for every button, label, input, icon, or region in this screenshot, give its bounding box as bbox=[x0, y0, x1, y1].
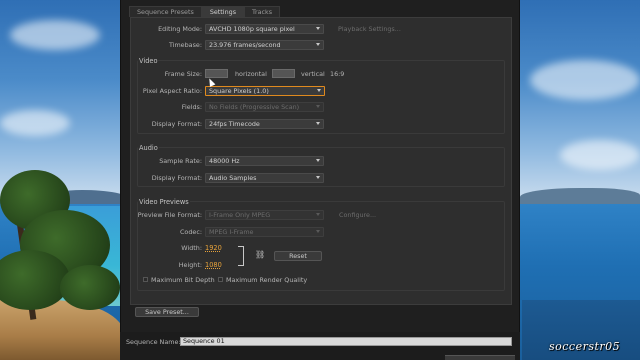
codec-value: MPEG I-Frame bbox=[209, 228, 254, 236]
sequence-name-input[interactable]: Sequence 01 bbox=[180, 337, 512, 346]
audio-display-format-label: Display Format: bbox=[151, 174, 202, 182]
chevron-down-icon bbox=[316, 213, 320, 216]
timebase-value: 23.976 frames/second bbox=[209, 41, 281, 49]
pixel-aspect-dropdown[interactable]: Square Pixels (1.0) bbox=[205, 86, 325, 96]
frame-height-field[interactable] bbox=[272, 69, 295, 78]
codec-dropdown[interactable]: MPEG I-Frame bbox=[205, 227, 324, 237]
preview-file-format-label: Preview File Format: bbox=[137, 211, 202, 219]
reset-button[interactable]: Reset bbox=[274, 251, 322, 261]
preview-file-format-value: I-Frame Only MPEG bbox=[209, 211, 271, 219]
pixel-aspect-label: Pixel Aspect Ratio: bbox=[142, 87, 202, 95]
chain-link-icon[interactable]: ⛓ bbox=[255, 250, 265, 259]
chevron-down-icon bbox=[316, 176, 320, 179]
fields-value: No Fields (Progressive Scan) bbox=[209, 103, 300, 111]
chevron-down-icon bbox=[316, 230, 320, 233]
sample-rate-value: 48000 Hz bbox=[209, 157, 240, 165]
chevron-down-icon bbox=[316, 122, 320, 125]
sample-rate-dropdown[interactable]: 48000 Hz bbox=[205, 156, 324, 166]
max-bit-depth-label: Maximum Bit Depth bbox=[151, 276, 215, 284]
chevron-down-icon bbox=[316, 159, 320, 162]
timebase-dropdown[interactable]: 23.976 frames/second bbox=[205, 40, 324, 50]
configure-button[interactable]: Configure... bbox=[339, 211, 376, 219]
chevron-down-icon bbox=[316, 105, 320, 108]
pixel-aspect-value: Square Pixels (1.0) bbox=[209, 87, 269, 95]
aspect-ratio-readout: 16:9 bbox=[330, 70, 345, 78]
timebase-label: Timebase: bbox=[168, 41, 202, 49]
video-previews-section-title: Video Previews bbox=[138, 198, 190, 206]
sample-rate-label: Sample Rate: bbox=[159, 157, 202, 165]
cloud bbox=[560, 140, 640, 170]
editing-mode-dropdown[interactable]: AVCHD 1080p square pixel bbox=[205, 24, 324, 34]
height-value[interactable]: 1080 bbox=[205, 261, 222, 269]
tab-tracks[interactable]: Tracks bbox=[244, 6, 281, 17]
cloud bbox=[530, 60, 640, 100]
editing-mode-label: Editing Mode: bbox=[158, 25, 202, 33]
cloud bbox=[0, 110, 70, 136]
width-value[interactable]: 1920 bbox=[205, 244, 222, 252]
max-render-quality-checkbox[interactable] bbox=[218, 277, 223, 282]
chevron-down-icon bbox=[316, 27, 320, 30]
max-bit-depth-checkbox[interactable] bbox=[143, 277, 148, 282]
fields-dropdown[interactable]: No Fields (Progressive Scan) bbox=[205, 102, 324, 112]
audio-display-format-value: Audio Samples bbox=[209, 174, 257, 182]
video-display-format-label: Display Format: bbox=[151, 120, 202, 128]
tree-foliage bbox=[60, 265, 120, 310]
fields-label: Fields: bbox=[181, 103, 202, 111]
frame-size-label: Frame Size: bbox=[164, 70, 202, 78]
ok-button[interactable] bbox=[445, 355, 515, 360]
audio-display-format-dropdown[interactable]: Audio Samples bbox=[205, 173, 324, 183]
tab-settings[interactable]: Settings bbox=[201, 6, 245, 17]
sequence-name-label: Sequence Name: bbox=[126, 338, 181, 346]
editing-mode-value: AVCHD 1080p square pixel bbox=[209, 25, 295, 33]
cloud bbox=[10, 20, 100, 50]
video-display-format-value: 24fps Timecode bbox=[209, 120, 260, 128]
codec-label: Codec: bbox=[179, 228, 202, 236]
audio-section-title: Audio bbox=[138, 144, 159, 152]
video-display-format-dropdown[interactable]: 24fps Timecode bbox=[205, 119, 324, 129]
preview-file-format-dropdown[interactable]: I-Frame Only MPEG bbox=[205, 210, 324, 220]
link-bracket bbox=[238, 246, 244, 266]
width-label: Width: bbox=[181, 244, 202, 252]
max-render-quality-label: Maximum Render Quality bbox=[226, 276, 308, 284]
watermark: soccerstr05 bbox=[549, 340, 621, 353]
vertical-label: vertical bbox=[301, 70, 325, 78]
height-label: Height: bbox=[178, 261, 202, 269]
playback-settings-button[interactable]: Playback Settings... bbox=[338, 25, 401, 33]
video-section-title: Video bbox=[138, 57, 159, 65]
frame-width-field[interactable] bbox=[205, 69, 228, 78]
tab-bar: Sequence Presets Settings Tracks bbox=[129, 6, 281, 17]
tab-sequence-presets[interactable]: Sequence Presets bbox=[129, 6, 202, 17]
chevron-down-icon bbox=[317, 89, 321, 92]
chevron-down-icon bbox=[316, 43, 320, 46]
save-preset-button[interactable]: Save Preset... bbox=[135, 307, 199, 317]
horizontal-label: horizontal bbox=[235, 70, 267, 78]
